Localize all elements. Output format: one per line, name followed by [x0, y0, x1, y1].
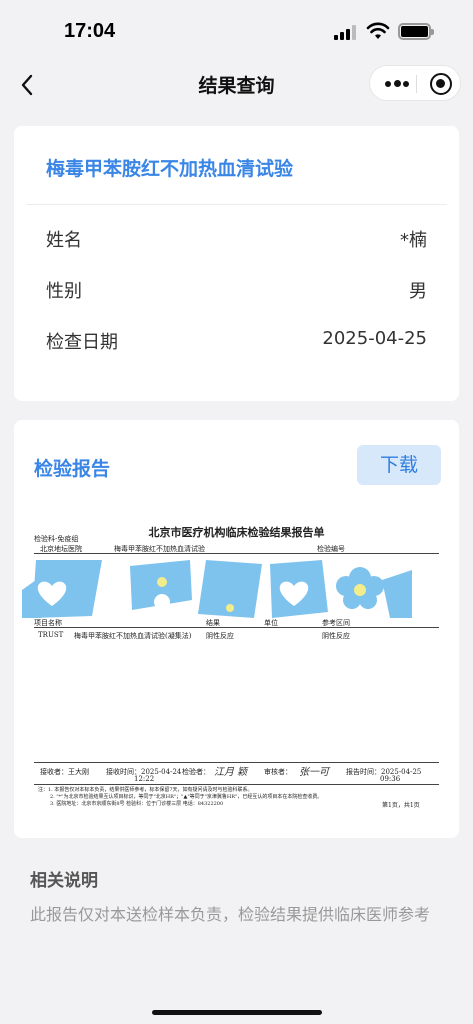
- battery-icon: [398, 23, 434, 40]
- info-row-name: 姓名 *楠: [46, 226, 427, 256]
- wifi-icon: [366, 22, 390, 39]
- home-indicator[interactable]: [152, 1010, 322, 1015]
- report-note-2: 2. "*"为北京市检验结果互认项目标识，等同于"北京HR"；"▲"等同于"京津…: [50, 794, 323, 800]
- report-doc-title: 北京市医疗机构临床检验结果报告单: [148, 526, 325, 539]
- rule: [34, 627, 439, 628]
- info-row-gender: 性别 男: [46, 277, 427, 307]
- patient-info-card: 梅毒甲苯胺红不加热血清试验 姓名 *楠 性别 男 检查日期 2025-04-25: [14, 126, 459, 401]
- mini-program-capsule: [369, 65, 461, 101]
- report-header: 检验报告: [34, 458, 111, 480]
- divider: [26, 204, 447, 205]
- cellular-signal-icon: [334, 25, 358, 40]
- report-dept: 检验科-免疫组: [34, 535, 79, 543]
- report-note-1: 注：1. 本报告仅对本标本负责，结果供医师参考，标本保留7天，如有疑问请及时与检…: [38, 787, 253, 793]
- report-card: 检验报告 下载 北京市医疗机构临床检验结果报告单 检验科-免疫组 北京地坛医院 …: [14, 420, 459, 838]
- download-button[interactable]: 下载: [357, 445, 441, 485]
- status-time: 17:04: [64, 20, 116, 42]
- info-row-date: 检查日期 2025-04-25: [46, 328, 427, 358]
- notes-title: 相关说明: [30, 871, 98, 891]
- reviewer-signature-image: 张一可: [299, 767, 329, 778]
- info-label: 姓名: [46, 230, 82, 251]
- test-name: 梅毒甲苯胺红不加热血清试验: [46, 158, 294, 180]
- report-row-range: 阴性反应: [322, 632, 350, 640]
- report-page-number: 第1页，共1页: [382, 802, 420, 809]
- info-value: 男: [409, 281, 427, 302]
- capsule-divider: [416, 75, 417, 93]
- notes-body: 此报告仅对本送检样本负责，检验结果提供临床医师参考: [30, 905, 431, 924]
- rule: [34, 553, 439, 554]
- rule: [34, 784, 439, 785]
- report-reviewer: 审核者：: [264, 768, 292, 776]
- report-row-result: 阴性反应: [206, 632, 234, 640]
- info-label: 性别: [46, 281, 82, 302]
- report-note-3: 3. 医院地址：北京市京顺东街8号 检验科：位于门诊楼三层 电话：8432220…: [50, 801, 224, 807]
- flower-watermark-image: [22, 560, 412, 618]
- info-label: 检查日期: [46, 332, 118, 353]
- report-received-clock: 12:22: [134, 775, 155, 783]
- info-value: 2025-04-25: [322, 328, 427, 349]
- report-document-image[interactable]: 北京市医疗机构临床检验结果报告单 检验科-免疫组 北京地坛医院 梅毒甲苯胺红不加…: [14, 518, 459, 818]
- report-receiver: 接收者：王大刚: [40, 768, 89, 776]
- more-icon[interactable]: [382, 72, 412, 94]
- report-row-name: 梅毒甲苯胺红不加热血清试验(凝集法): [74, 632, 192, 640]
- close-mini-program-icon[interactable]: [430, 73, 452, 95]
- report-inspector: 检验者：: [182, 768, 210, 776]
- nav-bar: 结果查询: [0, 62, 473, 108]
- status-bar: 17:04: [0, 0, 473, 62]
- report-report-clock: 09:36: [380, 775, 401, 783]
- report-row-code: TRUST: [38, 631, 64, 639]
- inspector-signature-image: 江月 颖: [214, 767, 248, 778]
- info-value: *楠: [400, 230, 427, 251]
